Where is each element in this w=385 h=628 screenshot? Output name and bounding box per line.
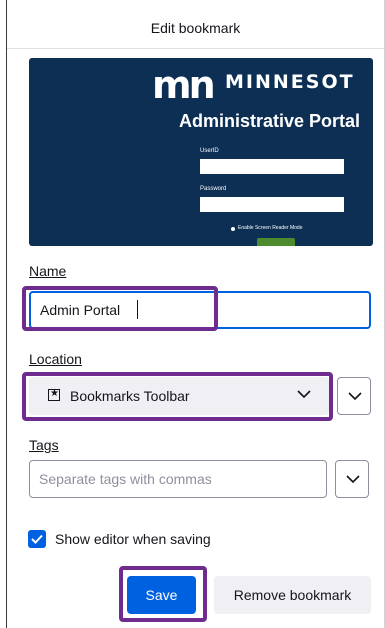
preview-password-input bbox=[200, 197, 344, 212]
preview-login-button bbox=[257, 238, 295, 246]
name-label-text: Name bbox=[29, 263, 67, 279]
checkmark-icon bbox=[31, 534, 43, 544]
preview-logo-word: MINNESOT bbox=[225, 71, 355, 93]
tags-expand-button[interactable] bbox=[335, 460, 369, 498]
chevron-down-icon bbox=[297, 390, 311, 399]
tags-input[interactable] bbox=[29, 460, 327, 498]
preview-screen-reader-label: Enable Screen Reader Mode bbox=[238, 225, 303, 231]
location-label-text: Location bbox=[29, 351, 82, 367]
remove-bookmark-button[interactable]: Remove bookmark bbox=[214, 576, 371, 614]
save-button[interactable]: Save bbox=[127, 576, 196, 614]
preview-password-label: Password bbox=[200, 186, 227, 192]
name-input[interactable] bbox=[29, 291, 371, 329]
location-select[interactable]: ★ Bookmarks Toolbar bbox=[29, 377, 329, 415]
preview-userid-label: UserID bbox=[200, 148, 219, 154]
page-preview-thumbnail: mn MINNESOT Administrative Portal UserID… bbox=[29, 58, 373, 246]
tags-label: Tags bbox=[29, 437, 59, 453]
tags-label-text: Tags bbox=[29, 437, 59, 453]
header-divider bbox=[7, 48, 384, 49]
show-editor-checkbox[interactable] bbox=[28, 530, 46, 548]
window-edge bbox=[6, 0, 7, 628]
star-icon: ★ bbox=[48, 388, 60, 401]
preview-portal-title: Administrative Portal bbox=[179, 111, 361, 131]
preview-logo-mark: mn bbox=[152, 63, 216, 107]
chevron-down-icon bbox=[346, 475, 360, 484]
preview-radio bbox=[231, 227, 235, 231]
name-label: Name bbox=[29, 263, 66, 279]
location-expand-button[interactable] bbox=[337, 377, 371, 415]
chevron-down-icon bbox=[348, 392, 362, 401]
show-editor-label[interactable]: Show editor when saving bbox=[55, 531, 211, 547]
location-label: Location bbox=[29, 351, 82, 367]
preview-userid-input bbox=[200, 159, 344, 174]
dialog-title: Edit bookmark bbox=[150, 20, 241, 36]
location-selected-value: Bookmarks Toolbar bbox=[70, 388, 190, 404]
text-caret bbox=[137, 300, 138, 319]
